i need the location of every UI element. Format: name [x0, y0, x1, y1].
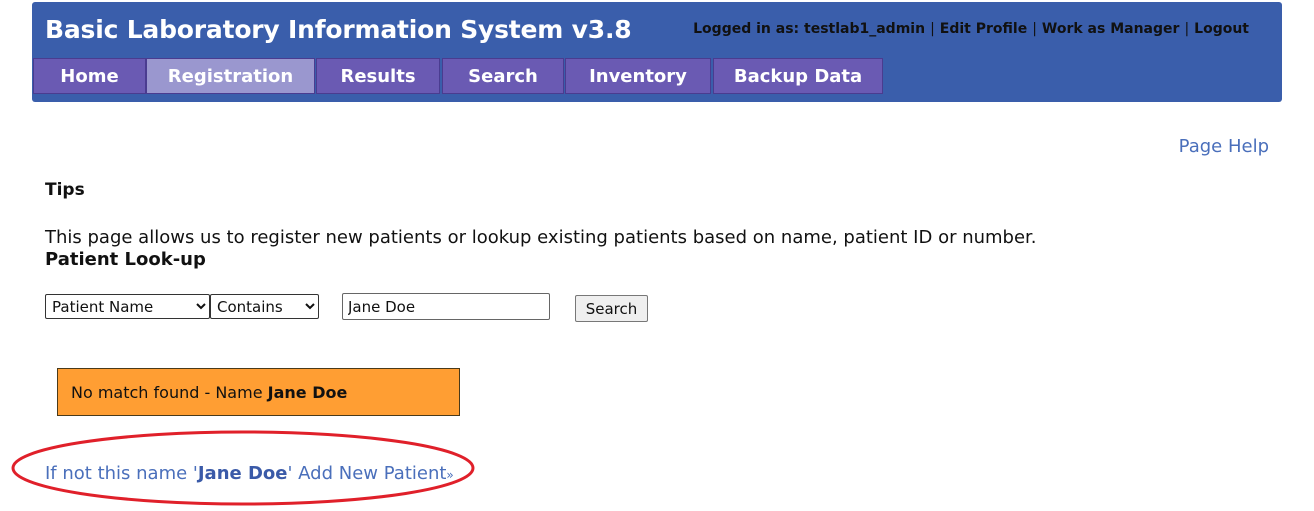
tab-results[interactable]: Results — [316, 58, 440, 94]
separator: | — [1032, 21, 1037, 37]
patient-search-input[interactable] — [342, 293, 550, 320]
add-patient-prefix: If not this name ' — [45, 463, 198, 484]
tab-backup-data[interactable]: Backup Data — [713, 58, 883, 94]
logout-link[interactable]: Logout — [1194, 21, 1249, 37]
search-field-select[interactable]: Patient Name — [45, 294, 210, 319]
separator: | — [930, 21, 935, 37]
app-title: Basic Laboratory Information System v3.8 — [45, 15, 632, 44]
tab-search[interactable]: Search — [442, 58, 564, 94]
separator: | — [1184, 21, 1190, 37]
tab-home[interactable]: Home — [33, 58, 146, 94]
tips-heading: Tips — [45, 180, 85, 200]
patient-lookup-heading: Patient Look-up — [45, 249, 206, 270]
no-match-alert: No match found - Name Jane Doe — [57, 368, 460, 416]
tips-text: This page allows us to register new pati… — [45, 227, 1037, 248]
add-patient-name: Jane Doe — [197, 463, 288, 484]
no-match-message: No match found - Name — [71, 382, 263, 402]
header-bar: Basic Laboratory Information System v3.8… — [32, 2, 1282, 102]
edit-profile-link[interactable]: Edit Profile — [940, 21, 1027, 37]
page-help-link[interactable]: Page Help — [1179, 136, 1269, 157]
raquo-icon: » — [446, 468, 454, 482]
search-button[interactable]: Search — [575, 295, 648, 322]
no-match-name: Jane Doe — [267, 382, 348, 402]
tab-registration[interactable]: Registration — [146, 58, 315, 94]
add-patient-suffix: ' Add New Patient — [287, 463, 447, 484]
work-as-manager-link[interactable]: Work as Manager — [1042, 21, 1180, 37]
user-bar: Logged in as: testlab1_admin | Edit Profil… — [693, 21, 1249, 37]
add-new-patient-link[interactable]: If not this name 'Jane Doe' Add New Pati… — [45, 463, 454, 484]
logged-in-label: Logged in as: testlab1_admin — [693, 21, 926, 37]
tab-inventory[interactable]: Inventory — [565, 58, 711, 94]
match-type-select[interactable]: Contains — [210, 294, 319, 319]
